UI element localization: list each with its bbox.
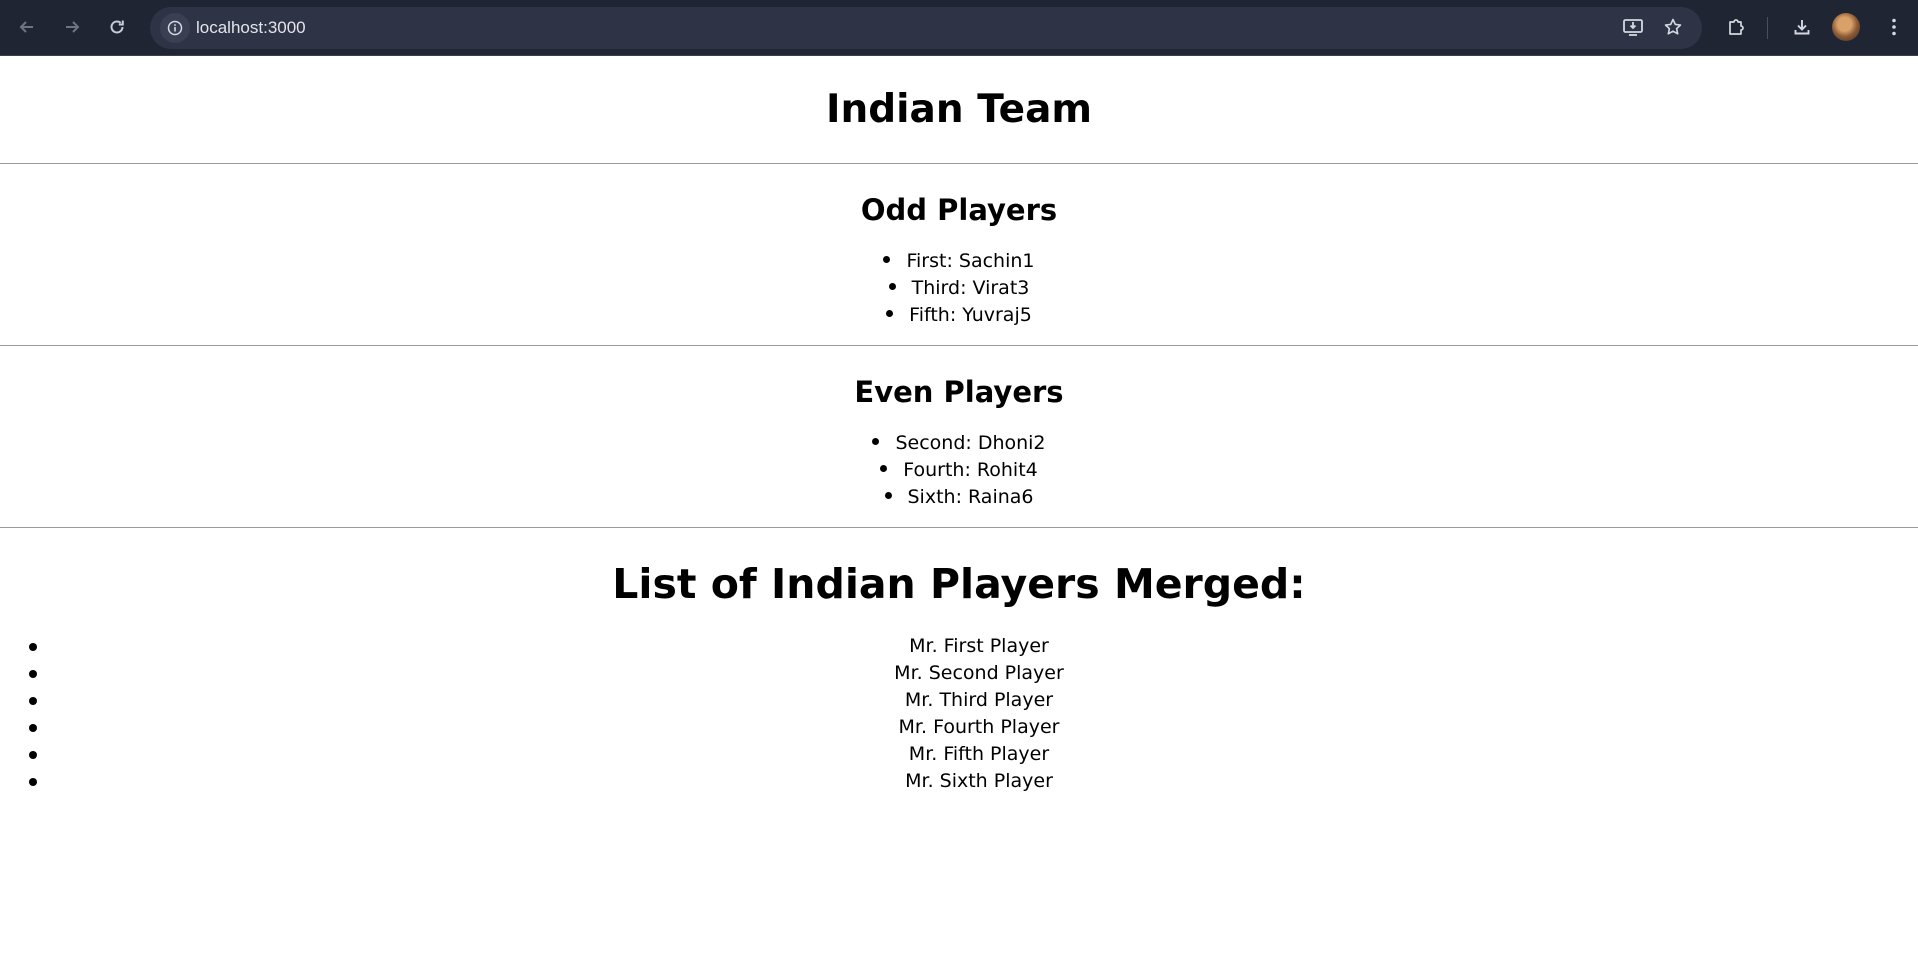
url-text[interactable]: localhost:3000 xyxy=(196,7,306,49)
bullet xyxy=(29,643,37,651)
list-item: Mr. Fourth Player xyxy=(0,714,1918,741)
back-button[interactable] xyxy=(11,11,43,43)
avatar[interactable] xyxy=(1832,13,1860,41)
bullet xyxy=(29,751,37,759)
reload-button[interactable] xyxy=(101,11,133,43)
even-players-section: Even Players Second: Dhoni2 Fourth: Rohi… xyxy=(0,346,1918,527)
list-item: Second: Dhoni2 xyxy=(0,430,1918,457)
list-item: Mr. Second Player xyxy=(0,660,1918,687)
list-item: Fifth: Yuvraj5 xyxy=(0,302,1918,329)
forward-button[interactable] xyxy=(56,11,88,43)
list-item: Fourth: Rohit4 xyxy=(0,457,1918,484)
list-item: Mr. First Player xyxy=(0,633,1918,660)
bullet xyxy=(888,283,896,290)
address-bar[interactable]: localhost:3000 xyxy=(150,7,1702,49)
install-app-button[interactable] xyxy=(1617,11,1649,43)
download-icon xyxy=(1794,20,1810,35)
arrow-right-icon xyxy=(66,21,80,33)
extensions-button[interactable] xyxy=(1720,11,1752,43)
merged-players-section: List of Indian Players Merged: Mr. First… xyxy=(0,528,1918,795)
kebab-menu-icon xyxy=(1892,18,1896,36)
bullet xyxy=(29,778,37,786)
list-item: Mr. Fifth Player xyxy=(0,741,1918,768)
merged-players-heading: List of Indian Players Merged: xyxy=(612,560,1306,608)
bullet xyxy=(29,697,37,705)
reload-icon xyxy=(110,20,124,34)
toolbar-divider xyxy=(1767,17,1768,39)
bullet xyxy=(880,465,888,472)
page-content: Indian Team Odd Players First: Sachin1 T… xyxy=(0,56,1918,795)
browser-toolbar: localhost:3000 xyxy=(0,0,1918,56)
browser-menu-button[interactable] xyxy=(1878,11,1910,43)
bullet xyxy=(29,670,37,678)
puzzle-icon xyxy=(1729,19,1744,35)
bullet xyxy=(883,256,891,263)
install-app-icon xyxy=(1623,19,1643,36)
info-icon xyxy=(167,20,183,36)
star-icon xyxy=(1664,18,1682,35)
list-item: First: Sachin1 xyxy=(0,248,1918,275)
odd-players-section: Odd Players First: Sachin1 Third: Virat3… xyxy=(0,164,1918,345)
site-info-button[interactable] xyxy=(160,13,190,43)
even-players-heading: Even Players xyxy=(854,375,1064,409)
page-title: Indian Team xyxy=(825,87,1093,132)
odd-players-list: First: Sachin1 Third: Virat3 Fifth: Yuvr… xyxy=(0,248,1918,329)
downloads-button[interactable] xyxy=(1786,11,1818,43)
bullet xyxy=(29,724,37,732)
even-players-list: Second: Dhoni2 Fourth: Rohit4 Sixth: Rai… xyxy=(0,430,1918,511)
list-item: Third: Virat3 xyxy=(0,275,1918,302)
list-item: Mr. Third Player xyxy=(0,687,1918,714)
odd-players-heading: Odd Players xyxy=(860,193,1058,227)
bullet xyxy=(884,492,892,499)
list-item: Sixth: Raina6 xyxy=(0,484,1918,511)
list-item: Mr. Sixth Player xyxy=(0,768,1918,795)
bullet xyxy=(886,310,894,317)
bullet xyxy=(872,438,880,445)
merged-players-list: Mr. First Player Mr. Second Player Mr. T… xyxy=(0,633,1918,795)
bookmark-button[interactable] xyxy=(1657,11,1689,43)
arrow-left-icon xyxy=(19,21,33,33)
